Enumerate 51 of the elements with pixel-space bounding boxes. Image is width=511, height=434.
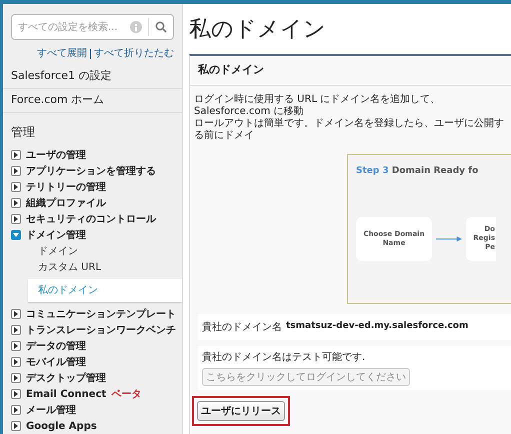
sidebar-item[interactable]: デスクトップ管理 — [26, 370, 106, 386]
expand-icon[interactable] — [11, 421, 21, 431]
arrow-icon — [436, 236, 462, 242]
sidebar-item[interactable]: Email Connect — [26, 386, 106, 402]
section-heading: 管理 — [11, 124, 36, 141]
search-icon[interactable] — [155, 21, 167, 33]
collapse-all-link[interactable]: すべて折りたたむ — [94, 46, 174, 61]
sidebar-item[interactable]: モバイル管理 — [26, 354, 86, 370]
sidebar-subitem[interactable]: カスタム URL — [11, 259, 174, 275]
description-text: ログイン時に使用する URL にドメイン名を追加して、Salesforce.com に移動 ロールアウトは簡単です。ドメイン名を登録したら、ユーザに公開する前にドメイ — [193, 92, 505, 142]
expand-icon[interactable] — [11, 405, 21, 415]
sidebar-item[interactable]: トランスレーションワークベンチ — [26, 322, 176, 338]
sidebar-subitem[interactable]: ドメイン — [11, 243, 174, 259]
release-button[interactable]: ユーザにリリース — [197, 401, 285, 421]
expand-icon[interactable] — [11, 214, 21, 224]
expand-all-link[interactable]: すべて展開 — [37, 46, 87, 61]
test-text: 貴社のドメイン名はテスト可能です. — [202, 350, 366, 365]
sidebar-item[interactable]: セキュリティのコントロール — [26, 212, 156, 226]
domain-label: 貴社のドメイン名 — [202, 320, 282, 334]
sidebar-item[interactable]: メール管理 — [26, 402, 76, 418]
sidebar-item[interactable]: アプリケーションを管理する — [26, 164, 156, 178]
expand-icon[interactable] — [11, 341, 21, 351]
sidebar-section-link[interactable]: Force.com ホーム — [11, 92, 104, 109]
sidebar-section-link[interactable]: Salesforce1 の設定 — [11, 68, 112, 85]
collapse-icon[interactable] — [11, 230, 21, 240]
beta-label: ベータ — [111, 388, 142, 402]
sidebar-item[interactable]: データの管理 — [26, 338, 86, 354]
search-input[interactable]: すべての設定を検索... — [12, 20, 130, 34]
expand-icon[interactable] — [11, 150, 21, 160]
sidebar-subitem[interactable]: 私のドメイン — [28, 279, 182, 302]
expand-icon[interactable] — [11, 389, 21, 399]
sidebar-item[interactable]: コミュニケーションテンプレート — [26, 306, 176, 322]
sidebar-item[interactable]: ドメイン管理 — [26, 228, 86, 242]
search-field[interactable]: すべての設定を検索... — [11, 14, 174, 40]
sidebar-item[interactable]: 組織プロファイル — [26, 196, 106, 210]
expand-icon[interactable] — [11, 309, 21, 319]
step-number: Step 3 — [356, 166, 389, 176]
expand-icon[interactable] — [11, 166, 21, 176]
expand-icon[interactable] — [11, 373, 21, 383]
info-icon — [130, 21, 142, 33]
domain-value: tsmatsuz-dev-ed.my.salesforce.com — [286, 320, 468, 334]
sidebar-item[interactable]: Google Apps — [26, 418, 97, 434]
expand-icon[interactable] — [11, 325, 21, 335]
page-title: 私のドメイン — [189, 16, 327, 44]
sidebar-item[interactable]: ユーザの管理 — [26, 148, 86, 162]
expand-icon[interactable] — [11, 182, 21, 192]
expand-icon[interactable] — [11, 357, 21, 367]
sidebar-item[interactable]: テリトリーの管理 — [26, 180, 106, 194]
panel-title: 私のドメイン — [190, 56, 511, 86]
expand-icon[interactable] — [11, 198, 21, 208]
diagram-heading: Domain Ready fo — [392, 166, 478, 176]
